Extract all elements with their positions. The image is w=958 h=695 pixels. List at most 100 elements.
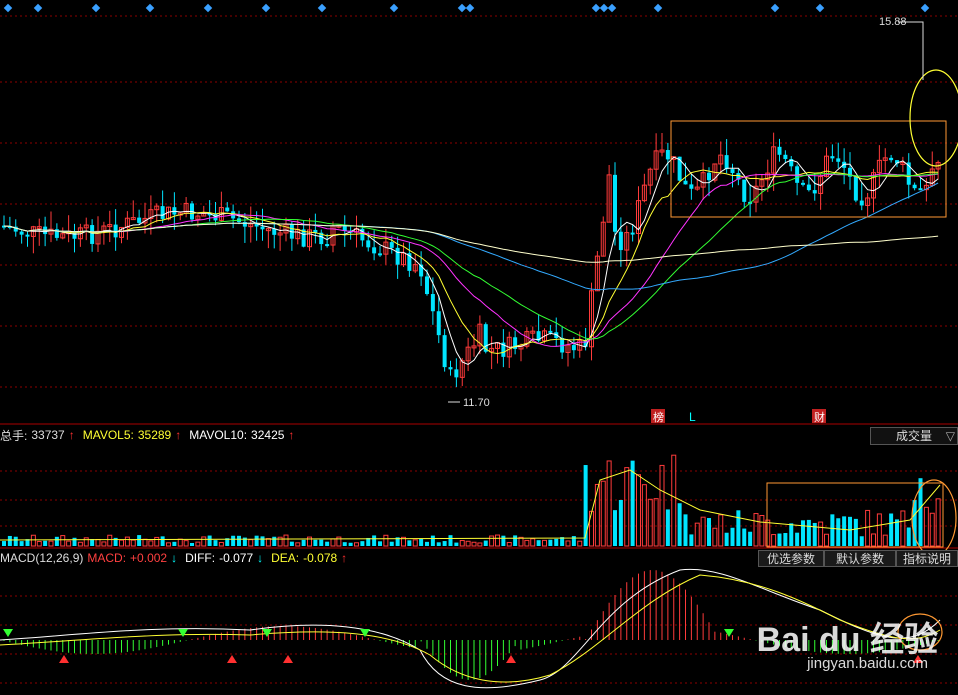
volume-bar — [900, 510, 906, 547]
candle-body — [689, 184, 694, 189]
volume-bar — [677, 503, 682, 546]
candle-body — [378, 253, 382, 256]
volume-bar — [641, 484, 647, 547]
volume-bar — [565, 540, 571, 547]
candle-body — [724, 155, 729, 170]
volume-bar — [513, 535, 518, 546]
indicator-help-button[interactable]: 指标说明 — [896, 550, 958, 567]
volume-bar — [801, 520, 805, 546]
volume-bar — [853, 518, 858, 546]
volume-bar — [536, 540, 541, 546]
optimize-params-label: 优选参数 — [766, 552, 815, 566]
buy-arrow-icon — [283, 655, 293, 663]
volume-bar — [736, 510, 741, 546]
volume-bar — [124, 536, 130, 547]
event-diamond-icon — [33, 3, 43, 13]
candle-body — [889, 157, 894, 161]
volume-bar — [630, 460, 635, 546]
event-diamond-icon — [261, 3, 271, 13]
marker-bang: 榜 — [653, 410, 664, 424]
volume-bar — [806, 519, 811, 546]
event-diamond-icon — [317, 3, 327, 13]
up-arrow-icon: ↑ — [341, 551, 348, 565]
volume-bar — [283, 534, 289, 547]
buy-arrow-icon — [227, 655, 237, 663]
baidu-watermark-logo: Bai du 经验 — [756, 621, 938, 659]
volume-bar — [501, 535, 506, 546]
event-diamond-icon — [920, 3, 930, 13]
ma5-line — [3, 156, 939, 365]
volume-bar — [935, 498, 941, 547]
volume-bar — [848, 516, 852, 546]
mavol5-label: MAVOL5: — [82, 428, 134, 442]
optimize-params-button[interactable]: 优选参数 — [758, 550, 824, 567]
macd-label: MACD: — [87, 551, 127, 565]
volume-bar — [683, 514, 688, 546]
candle-body — [260, 226, 265, 230]
candle-body — [425, 276, 429, 295]
volume-bar — [319, 539, 324, 546]
candle-body — [859, 200, 864, 206]
volume-bar — [237, 535, 241, 546]
volume-bar — [830, 514, 835, 546]
volume-bar — [771, 534, 777, 547]
event-diamond-icon — [607, 3, 617, 13]
volume-bar — [742, 528, 747, 546]
volume-bar — [66, 540, 72, 547]
volume-bar — [95, 538, 101, 547]
marker-l: L — [689, 410, 696, 424]
volume-bar — [30, 534, 36, 547]
volume-bar — [724, 532, 729, 546]
volume-bar — [836, 518, 841, 546]
volume-bar — [694, 522, 700, 547]
volume-bar — [425, 541, 429, 546]
ma120-line — [3, 222, 939, 263]
mavol10-label: MAVOL10: — [189, 428, 248, 442]
volume-bar — [348, 542, 353, 546]
candle-body — [730, 169, 735, 174]
macd-legend: MACD(12,26,9) MACD: +0.002 ↓ DIFF: -0.07… — [0, 549, 760, 567]
volume-bar — [495, 534, 500, 547]
volume-bar — [442, 541, 447, 546]
volume-bar — [119, 539, 124, 547]
candle-body — [806, 184, 811, 191]
volume-bar — [712, 527, 718, 547]
candle-body — [366, 240, 371, 248]
volume-bar — [859, 536, 864, 546]
candle-body — [677, 156, 682, 181]
volume-dropdown[interactable]: 成交量 ▽ — [870, 427, 958, 445]
volume-bar — [882, 534, 888, 547]
volume-bar — [618, 499, 623, 546]
event-diamond-icon — [653, 3, 663, 13]
ma20-line — [3, 172, 939, 347]
volume-bar — [889, 513, 894, 546]
low-price-label: 11.70 — [463, 397, 490, 409]
volume-bar — [207, 535, 212, 546]
volume-bar — [301, 539, 306, 546]
candle-body — [812, 190, 817, 194]
default-params-button[interactable]: 默认参数 — [824, 550, 896, 567]
candle-body — [90, 225, 95, 244]
candle-body — [442, 335, 447, 368]
volume-bar — [7, 535, 12, 546]
diff-value: -0.077 — [219, 551, 254, 565]
candles — [2, 132, 941, 388]
volume-bar — [248, 539, 254, 547]
volume-bar — [795, 532, 800, 546]
grid-lines — [0, 15, 958, 684]
dea-value: -0.078 — [303, 551, 338, 565]
candle-body — [801, 182, 805, 185]
volume-bar — [653, 498, 659, 547]
volume-bar — [606, 460, 612, 547]
candle-body — [160, 206, 165, 219]
event-diamond-icon — [389, 3, 399, 13]
total-vol-value: 33737 — [31, 428, 65, 442]
sell-arrow-icon — [178, 629, 188, 637]
volume-bar — [659, 464, 665, 547]
volume-bar — [378, 541, 382, 546]
volume-bar — [13, 536, 18, 546]
event-diamond-icon — [599, 3, 609, 13]
baidu-watermark-url: jingyan.baidu.com — [807, 655, 928, 672]
chevron-down-icon: ▽ — [945, 429, 955, 443]
volume-bar — [554, 538, 559, 546]
